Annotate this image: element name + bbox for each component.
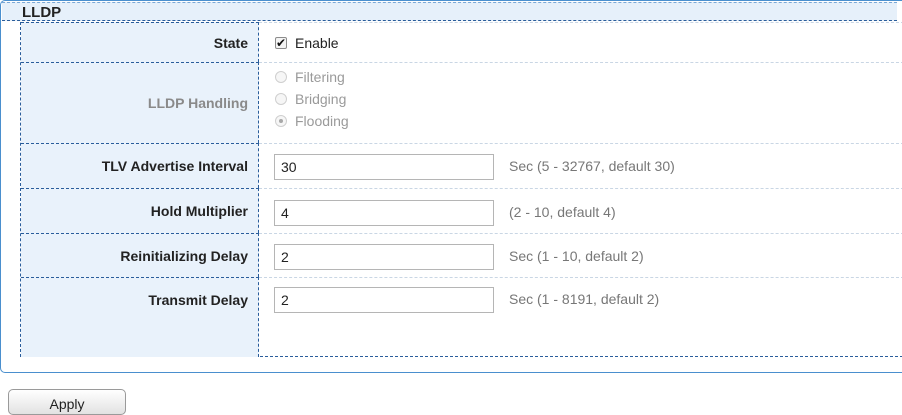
- transmit-delay-row: Transmit Delay Sec (1 - 8191, default 2): [21, 277, 902, 357]
- flooding-label: Flooding: [295, 113, 349, 129]
- transmit-delay-input[interactable]: [274, 287, 494, 313]
- tlv-interval-hint: Sec (5 - 32767, default 30): [509, 158, 675, 174]
- filtering-radio-button[interactable]: [275, 71, 287, 83]
- hold-multiplier-hint: (2 - 10, default 4): [509, 204, 616, 220]
- reinit-delay-label: Reinitializing Delay: [21, 233, 259, 277]
- enable-checkbox[interactable]: ✔: [275, 37, 287, 49]
- enable-label[interactable]: Enable: [295, 35, 339, 51]
- reinit-delay-field: Sec (1 - 10, default 2): [259, 233, 902, 277]
- hold-multiplier-input[interactable]: [274, 200, 494, 226]
- tlv-interval-input[interactable]: [274, 154, 494, 180]
- reinit-delay-row: Reinitializing Delay Sec (1 - 10, defaul…: [21, 233, 902, 277]
- tlv-interval-row: TLV Advertise Interval Sec (5 - 32767, d…: [21, 143, 902, 188]
- lldp-form: State ✔ Enable LLDP Handling Filtering B…: [20, 22, 902, 357]
- lldp-handling-field: Filtering Bridging Flooding: [259, 62, 902, 143]
- state-row: State ✔ Enable: [21, 22, 902, 62]
- transmit-delay-hint: Sec (1 - 8191, default 2): [509, 291, 660, 307]
- panel-title: LLDP: [2, 2, 897, 21]
- bridging-label: Bridging: [295, 91, 347, 107]
- apply-button[interactable]: Apply: [8, 389, 126, 415]
- lldp-panel: LLDP State ✔ Enable LLDP Handling Filter…: [0, 0, 902, 373]
- tlv-interval-label: TLV Advertise Interval: [21, 143, 259, 188]
- flooding-radio-button[interactable]: [275, 115, 287, 127]
- transmit-delay-field: Sec (1 - 8191, default 2): [259, 277, 902, 357]
- tlv-interval-field: Sec (5 - 32767, default 30): [259, 143, 902, 188]
- lldp-handling-row: LLDP Handling Filtering Bridging Floodin…: [21, 62, 902, 143]
- filtering-label: Filtering: [295, 69, 345, 85]
- hold-multiplier-row: Hold Multiplier (2 - 10, default 4): [21, 188, 902, 233]
- state-field: ✔ Enable: [259, 22, 902, 62]
- reinit-delay-hint: Sec (1 - 10, default 2): [509, 248, 644, 264]
- transmit-delay-label: Transmit Delay: [21, 277, 259, 357]
- bridging-radio-button[interactable]: [275, 93, 287, 105]
- state-label: State: [21, 22, 259, 62]
- reinit-delay-input[interactable]: [274, 244, 494, 270]
- lldp-handling-label: LLDP Handling: [21, 62, 259, 143]
- hold-multiplier-field: (2 - 10, default 4): [259, 188, 902, 233]
- hold-multiplier-label: Hold Multiplier: [21, 188, 259, 233]
